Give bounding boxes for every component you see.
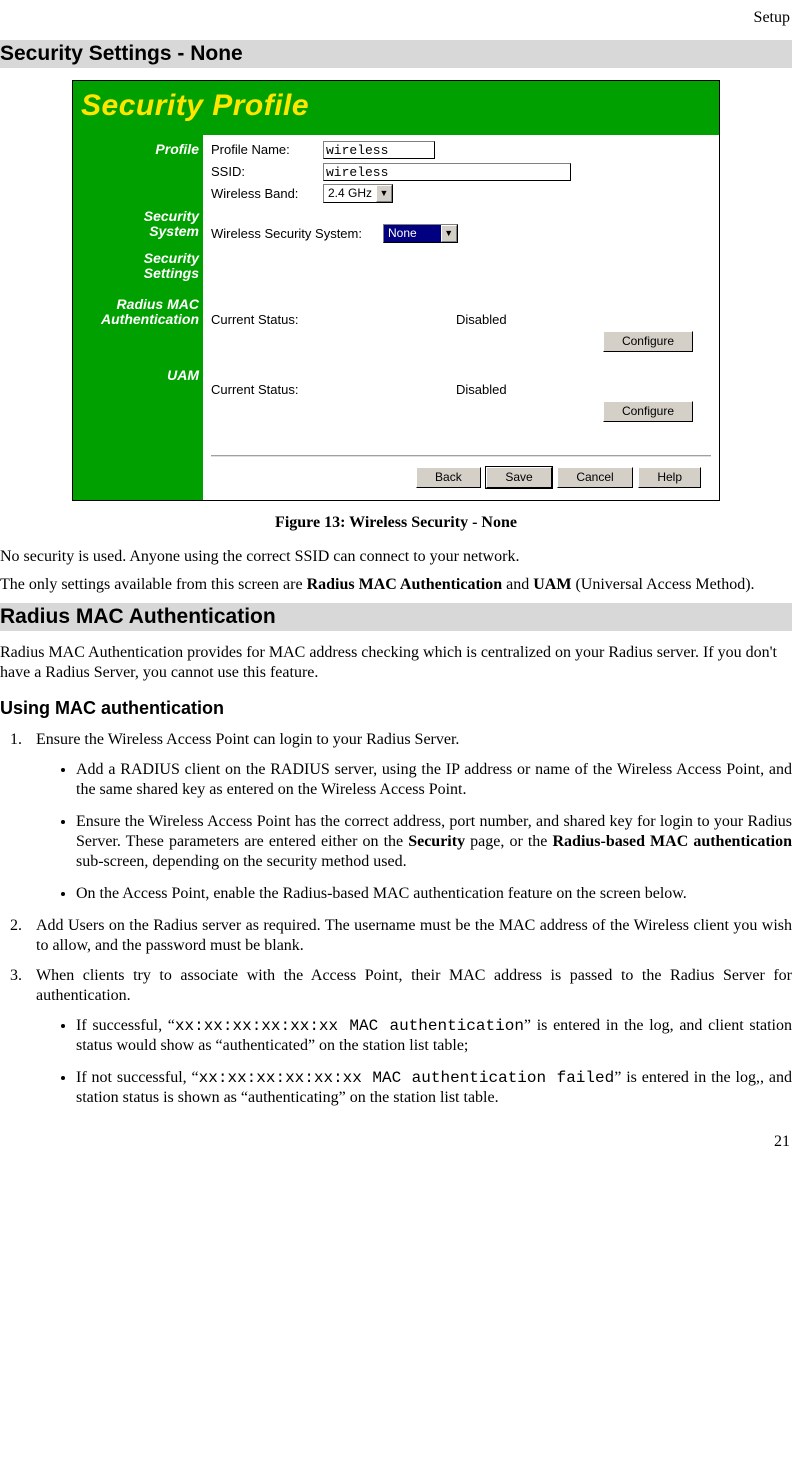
step-1: Ensure the Wireless Access Point can log… xyxy=(26,730,792,904)
panel-title: Security Profile xyxy=(73,81,719,135)
ssid-input[interactable]: wireless xyxy=(323,163,571,181)
uam-status-label: Current Status: xyxy=(211,382,456,398)
sidebar-item-profile: Profile xyxy=(75,137,199,209)
security-system-value: None xyxy=(384,225,441,242)
uam-configure-button[interactable]: Configure xyxy=(603,401,693,422)
step-3a: If successful, “xx:xx:xx:xx:xx:xx MAC au… xyxy=(76,1016,792,1056)
body-p2: The only settings available from this sc… xyxy=(0,575,792,595)
save-button[interactable]: Save xyxy=(486,467,551,488)
profile-name-label: Profile Name: xyxy=(211,142,323,158)
radius-status-value: Disabled xyxy=(456,312,507,328)
step-3b: If not successful, “xx:xx:xx:xx:xx:xx MA… xyxy=(76,1068,792,1108)
uam-status-value: Disabled xyxy=(456,382,507,398)
page-number: 21 xyxy=(0,1132,792,1152)
back-button[interactable]: Back xyxy=(416,467,481,488)
sidebar-item-security-settings: SecuritySettings xyxy=(75,251,199,297)
sidebar-item-security-system: SecuritySystem xyxy=(75,209,199,251)
security-system-label: Wireless Security System: xyxy=(211,226,383,242)
sidebar-item-uam: UAM xyxy=(75,367,199,467)
heading-security-settings-none: Security Settings - None xyxy=(0,40,792,68)
heading-using-mac: Using MAC authentication xyxy=(0,697,792,720)
radius-configure-button[interactable]: Configure xyxy=(603,331,693,352)
figure-container: Security Profile Profile SecuritySystem … xyxy=(0,80,792,501)
panel-content: Profile Name: wireless SSID: wireless Wi… xyxy=(203,135,719,500)
step-1b: Ensure the Wireless Access Point has the… xyxy=(76,812,792,872)
radius-status-label: Current Status: xyxy=(211,312,456,328)
band-label: Wireless Band: xyxy=(211,186,323,202)
panel-sidebar: Profile SecuritySystem SecuritySettings … xyxy=(73,135,203,500)
ssid-label: SSID: xyxy=(211,164,323,180)
cancel-button[interactable]: Cancel xyxy=(557,467,632,488)
chevron-down-icon: ▼ xyxy=(441,225,457,242)
help-button[interactable]: Help xyxy=(638,467,701,488)
step-1a: Add a RADIUS client on the RADIUS server… xyxy=(76,760,792,800)
security-profile-panel: Security Profile Profile SecuritySystem … xyxy=(72,80,720,501)
band-select[interactable]: 2.4 GHz ▼ xyxy=(323,184,393,203)
step-3: When clients try to associate with the A… xyxy=(26,966,792,1108)
heading-radius-mac: Radius MAC Authentication xyxy=(0,603,792,631)
sidebar-item-radius-mac: Radius MACAuthentication xyxy=(75,297,199,367)
profile-name-input[interactable]: wireless xyxy=(323,141,435,159)
divider xyxy=(211,455,711,457)
steps-list: Ensure the Wireless Access Point can log… xyxy=(0,730,792,1108)
footer-button-bar: Back Save Cancel Help xyxy=(211,463,711,496)
step-2: Add Users on the Radius server as requir… xyxy=(26,916,792,956)
security-system-select[interactable]: None ▼ xyxy=(383,224,458,243)
step-1c: On the Access Point, enable the Radius-b… xyxy=(76,884,792,904)
figure-caption: Figure 13: Wireless Security - None xyxy=(0,513,792,533)
chevron-down-icon: ▼ xyxy=(376,185,392,202)
section-header: Setup xyxy=(0,8,792,28)
body-p3: Radius MAC Authentication provides for M… xyxy=(0,643,792,683)
body-p1: No security is used. Anyone using the co… xyxy=(0,547,792,567)
band-value: 2.4 GHz xyxy=(324,186,376,201)
